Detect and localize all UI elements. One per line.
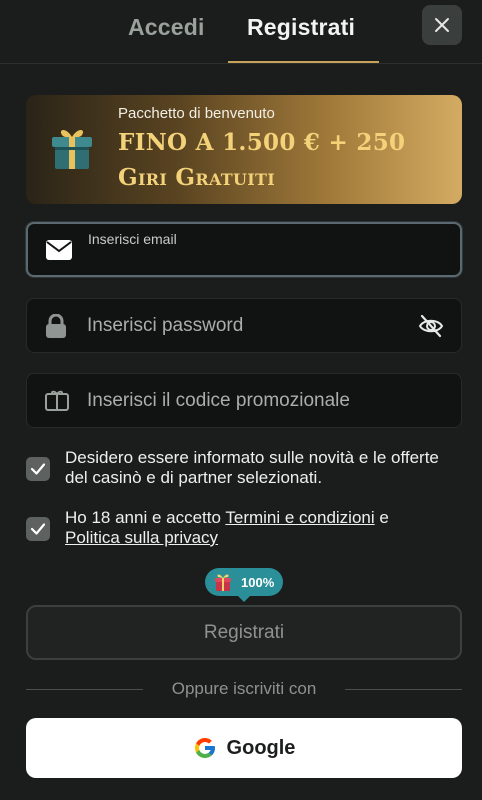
auth-tabs: Accedi Registrati xyxy=(0,0,482,64)
terms-checkbox[interactable] xyxy=(26,517,50,541)
divider: Oppure iscriviti con xyxy=(26,678,462,700)
google-icon xyxy=(194,738,215,758)
eye-off-icon[interactable] xyxy=(417,312,445,340)
banner-subtitle: Pacchetto di benvenuto xyxy=(118,105,275,122)
marketing-consent-text: Desidero essere informato sulle novità e… xyxy=(65,448,439,487)
email-field[interactable]: Inserisci email xyxy=(26,222,462,277)
promo-code-field[interactable] xyxy=(26,373,462,428)
gift-icon xyxy=(52,130,92,169)
password-input[interactable] xyxy=(87,299,407,352)
divider-line-right xyxy=(345,689,462,690)
checkmark-icon xyxy=(30,463,46,475)
email-label: Inserisci email xyxy=(88,231,177,247)
privacy-link[interactable]: Politica sulla privacy xyxy=(65,528,218,547)
welcome-banner: Pacchetto di benvenuto FINO A 1.500 € + … xyxy=(26,95,462,204)
checkmark-icon xyxy=(30,523,46,535)
progress-percent: 100% xyxy=(241,574,275,590)
gift-icon xyxy=(215,574,231,591)
password-field[interactable] xyxy=(26,298,462,353)
lock-icon xyxy=(46,313,66,338)
terms-consent: Ho 18 anni e accetto Termini e condizion… xyxy=(26,508,462,552)
promo-code-input[interactable] xyxy=(87,374,407,427)
terms-middle: e xyxy=(374,508,389,527)
terms-consent-text: Ho 18 anni e accetto Termini e condizion… xyxy=(65,508,462,548)
register-button[interactable]: Registrati xyxy=(26,605,462,660)
progress-badge: 100% xyxy=(205,568,283,602)
terms-prefix: Ho 18 anni e accetto xyxy=(65,508,226,527)
active-tab-indicator xyxy=(228,61,379,63)
tab-register[interactable]: Registrati xyxy=(247,14,355,41)
marketing-consent: Desidero essere informato sulle novità e… xyxy=(26,448,462,492)
terms-link[interactable]: Termini e condizioni xyxy=(225,508,374,527)
mail-icon xyxy=(46,239,72,260)
tab-login[interactable]: Accedi xyxy=(128,14,205,41)
close-icon xyxy=(435,18,449,32)
google-label: Google xyxy=(226,736,296,759)
banner-title: FINO A 1.500 € + 250 Giri Gratuiti xyxy=(118,129,406,191)
close-button[interactable] xyxy=(422,5,462,45)
marketing-checkbox[interactable] xyxy=(26,457,50,481)
ticket-icon xyxy=(45,390,69,411)
google-signup-button[interactable]: Google xyxy=(26,718,462,778)
